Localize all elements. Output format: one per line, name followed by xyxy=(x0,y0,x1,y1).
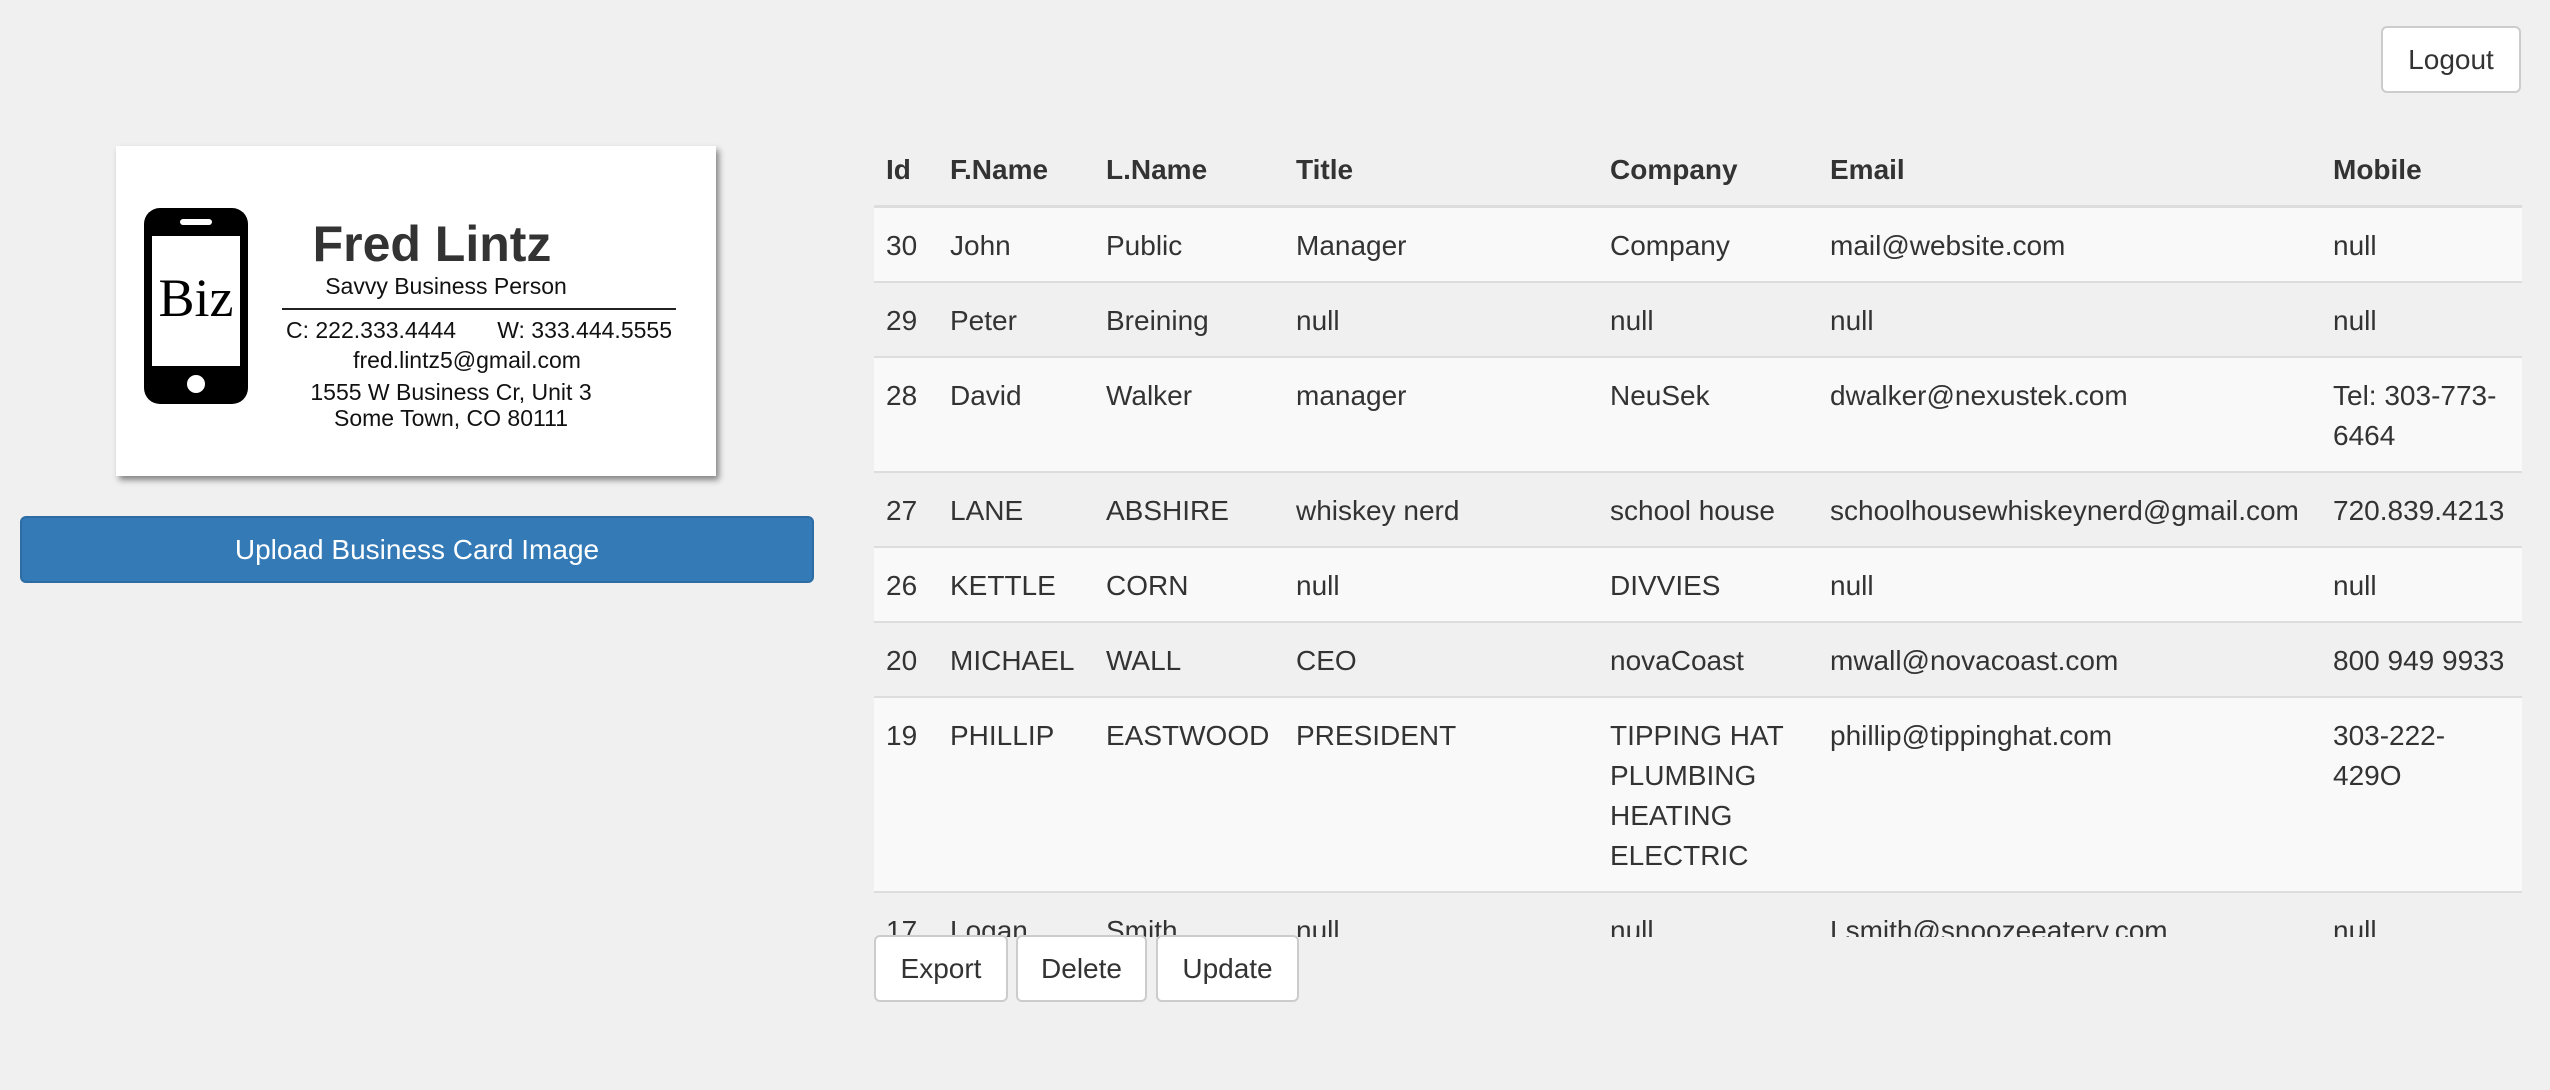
cell-title: Manager xyxy=(1284,205,1598,282)
cell-first-name: LANE xyxy=(938,470,1094,547)
cell-first-name: PHILLIP xyxy=(938,695,1094,892)
delete-button[interactable]: Delete xyxy=(1016,935,1147,1002)
cell-company: Company xyxy=(1598,205,1818,282)
table-header-row: Id F.Name L.Name Title Company Email Mobile xyxy=(874,140,2522,208)
cell-last-name: CORN xyxy=(1094,545,1284,622)
cell-company: null xyxy=(1598,280,1818,357)
cell-id: 20 xyxy=(874,620,938,697)
cell-first-name: KETTLE xyxy=(938,545,1094,622)
column-header-title: Title xyxy=(1284,140,1598,208)
logout-button[interactable]: Logout xyxy=(2381,26,2521,93)
cell-mobile: null xyxy=(2321,545,2522,622)
cell-email: mwall@novacoast.com xyxy=(1818,620,2321,697)
cell-first-name: MICHAEL xyxy=(938,620,1094,697)
cell-mobile: 720.839.4213 xyxy=(2321,470,2522,547)
cell-title: CEO xyxy=(1284,620,1598,697)
cell-id: 27 xyxy=(874,470,938,547)
cell-id: 30 xyxy=(874,205,938,282)
column-header-company: Company xyxy=(1598,140,1818,208)
card-name: Fred Lintz xyxy=(312,216,552,272)
cell-email: mail@website.com xyxy=(1818,205,2321,282)
cell-title: null xyxy=(1284,890,1598,937)
cell-mobile: 800 949 9933 xyxy=(2321,620,2522,697)
cell-title: whiskey nerd xyxy=(1284,470,1598,547)
cell-email: null xyxy=(1818,545,2321,622)
cell-last-name: Walker xyxy=(1094,355,1284,472)
card-address-line1: 1555 W Business Cr, Unit 3 xyxy=(310,379,592,405)
card-tagline: Savvy Business Person xyxy=(325,273,567,299)
cell-company: DIVVIES xyxy=(1598,545,1818,622)
cell-company: school house xyxy=(1598,470,1818,547)
column-header-last-name: L.Name xyxy=(1094,140,1284,208)
cell-last-name: ABSHIRE xyxy=(1094,470,1284,547)
cell-first-name: Peter xyxy=(938,280,1094,357)
table-row[interactable]: 17 Logan Smith null null Lsmith@snoozeeatery.… xyxy=(874,890,2522,937)
table-row[interactable]: 26 KETTLE CORN null DIVVIES null null xyxy=(874,545,2522,622)
cell-mobile: 303-222-429O xyxy=(2321,695,2522,892)
table-row[interactable]: 19 PHILLIP EASTWOOD PRESIDENT TIPPING HAT PL… xyxy=(874,695,2522,892)
cell-first-name: Logan xyxy=(938,890,1094,937)
cell-last-name: Public xyxy=(1094,205,1284,282)
cell-id: 19 xyxy=(874,695,938,892)
card-divider xyxy=(282,308,676,310)
cell-company: TIPPING HAT PLUMBING HEATING ELECTRIC xyxy=(1598,695,1818,892)
cell-email: Lsmith@snoozeeatery.com xyxy=(1818,890,2321,937)
cell-mobile: null xyxy=(2321,280,2522,357)
cell-id: 17 xyxy=(874,890,938,937)
contacts-table: Id F.Name L.Name Title Company Email Mobile 30… xyxy=(874,140,2522,937)
table-row[interactable]: 30 John Public Manager Company mail@website.c… xyxy=(874,205,2522,282)
update-button[interactable]: Update xyxy=(1156,935,1299,1002)
card-email: fred.lintz5@gmail.com xyxy=(353,347,581,373)
cell-mobile: null xyxy=(2321,890,2522,937)
contacts-table-container[interactable]: Id F.Name L.Name Title Company Email Mobile 30… xyxy=(874,140,2522,937)
column-header-email: Email xyxy=(1818,140,2321,208)
cell-email: phillip@tippinghat.com xyxy=(1818,695,2321,892)
cell-mobile: Tel: 303-773-6464 xyxy=(2321,355,2522,472)
table-row[interactable]: 29 Peter Breining null null null null xyxy=(874,280,2522,357)
cell-company: novaCoast xyxy=(1598,620,1818,697)
cell-title: null xyxy=(1284,545,1598,622)
cell-title: manager xyxy=(1284,355,1598,472)
card-work-phone: W: 333.444.5555 xyxy=(497,317,672,343)
cell-id: 28 xyxy=(874,355,938,472)
column-header-first-name: F.Name xyxy=(938,140,1094,208)
biz-logo-text: Biz xyxy=(159,268,234,328)
cell-email: null xyxy=(1818,280,2321,357)
cell-id: 26 xyxy=(874,545,938,622)
cell-mobile: null xyxy=(2321,205,2522,282)
upload-business-card-button[interactable]: Upload Business Card Image xyxy=(20,516,814,583)
table-row[interactable]: 27 LANE ABSHIRE whiskey nerd school house sch… xyxy=(874,470,2522,547)
table-body: 30 John Public Manager Company mail@website.c… xyxy=(874,205,2522,937)
cell-email: schoolhousewhiskeynerd@gmail.com xyxy=(1818,470,2321,547)
column-header-mobile: Mobile xyxy=(2321,140,2522,208)
cell-title: PRESIDENT xyxy=(1284,695,1598,892)
table-row[interactable]: 28 David Walker manager NeuSek dwalker@nexust… xyxy=(874,355,2522,472)
card-address-line2: Some Town, CO 80111 xyxy=(334,405,568,431)
cell-last-name: Smith xyxy=(1094,890,1284,937)
cell-id: 29 xyxy=(874,280,938,357)
column-header-id: Id xyxy=(874,140,938,208)
cell-company: null xyxy=(1598,890,1818,937)
table-row[interactable]: 20 MICHAEL WALL CEO novaCoast mwall@novacoast… xyxy=(874,620,2522,697)
cell-company: NeuSek xyxy=(1598,355,1818,472)
cell-first-name: David xyxy=(938,355,1094,472)
card-cell-phone: C: 222.333.4444 xyxy=(286,317,457,343)
card-phones: C: 222.333.4444 W: 333.444.5555 xyxy=(282,316,676,344)
cell-title: null xyxy=(1284,280,1598,357)
cell-last-name: Breining xyxy=(1094,280,1284,357)
cell-first-name: John xyxy=(938,205,1094,282)
phone-icon: Biz xyxy=(144,208,248,404)
business-card-preview: Biz Fred Lintz Savvy Business Person C: … xyxy=(116,146,716,476)
export-button[interactable]: Export xyxy=(874,935,1008,1002)
cell-email: dwalker@nexustek.com xyxy=(1818,355,2321,472)
cell-last-name: WALL xyxy=(1094,620,1284,697)
cell-last-name: EASTWOOD xyxy=(1094,695,1284,892)
